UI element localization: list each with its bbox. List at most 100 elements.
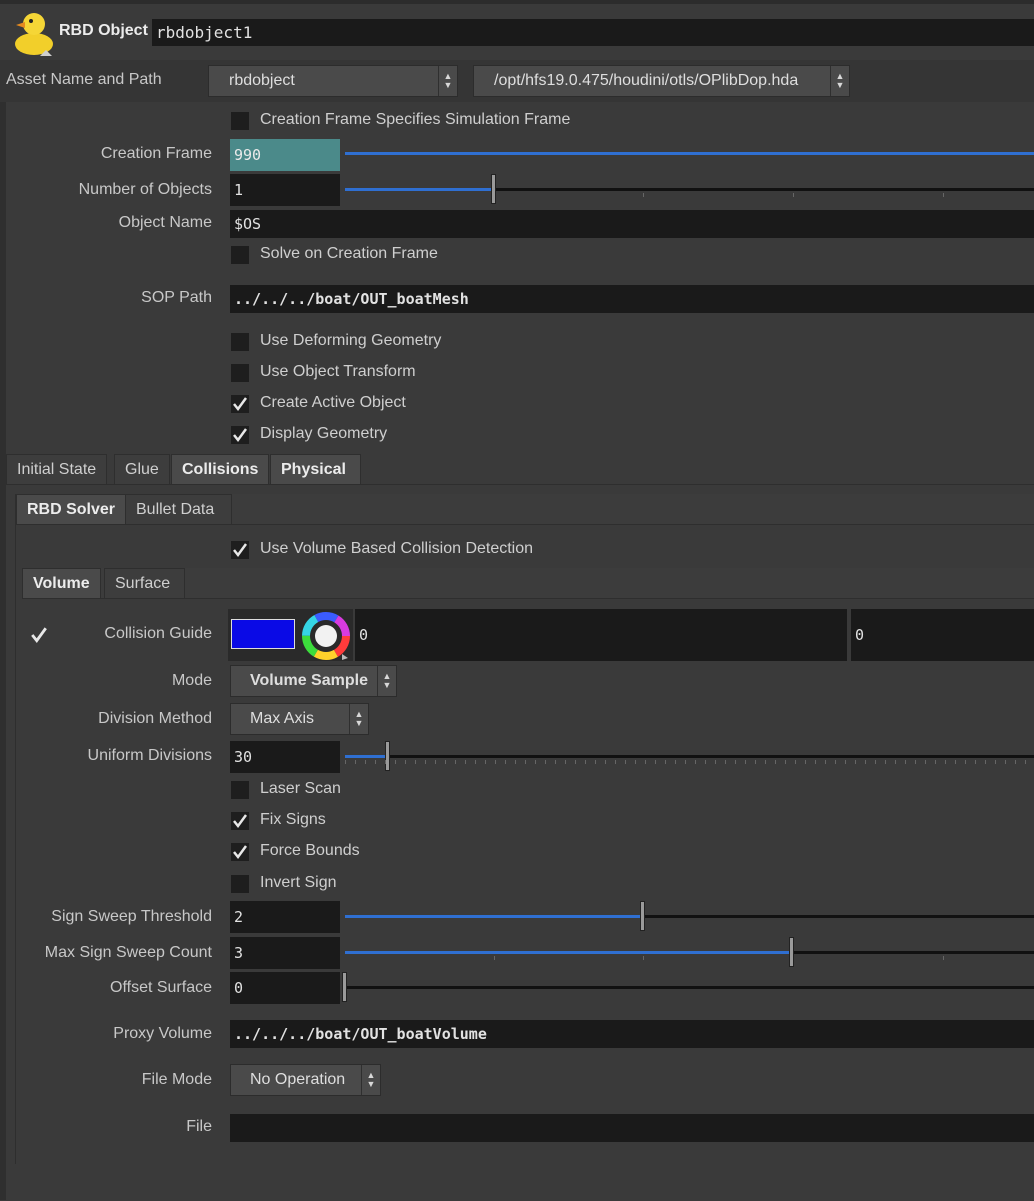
offset-surface-slider-handle[interactable]: [342, 972, 347, 1002]
number-of-objects-slider-handle[interactable]: [491, 174, 496, 204]
node-name-field[interactable]: rbdobject1: [152, 19, 1034, 46]
collision-guide-label: Collision Guide: [104, 625, 212, 642]
use-deforming-checkbox[interactable]: [231, 333, 249, 351]
menu-arrows-icon: ▲ ▼: [438, 66, 457, 96]
max-sign-sweep-count-slider-handle[interactable]: [789, 937, 794, 967]
number-of-objects-label: Number of Objects: [78, 181, 212, 198]
offset-surface-field[interactable]: 0: [230, 972, 340, 1004]
create-active-label: Create Active Object: [260, 394, 406, 411]
creation-frame-specifies-checkbox[interactable]: [231, 112, 249, 130]
mode-value: Volume Sample: [250, 672, 368, 689]
offset-surface-slider[interactable]: [345, 986, 1034, 989]
slider-tick: [494, 956, 495, 960]
volume-based-checkbox[interactable]: [231, 541, 249, 559]
tab-initial-state[interactable]: Initial State: [6, 454, 108, 484]
menu-arrows-icon: ▲ ▼: [349, 704, 368, 734]
number-of-objects-slider-fill: [345, 188, 493, 191]
fix-signs-checkbox[interactable]: [231, 812, 249, 830]
file-label: File: [186, 1118, 212, 1135]
uniform-divisions-slider-handle[interactable]: [385, 741, 390, 771]
sign-sweep-threshold-slider-fill: [345, 915, 642, 918]
uniform-divisions-slider[interactable]: [345, 755, 1034, 758]
color-wheel-icon[interactable]: [302, 612, 350, 660]
checkmark-icon: [233, 543, 248, 558]
tab-rbd-solver[interactable]: RBD Solver: [16, 494, 127, 524]
tab-collisions[interactable]: Collisions: [171, 454, 270, 484]
uniform-divisions-slider-fill: [345, 755, 387, 758]
slider-tick: [943, 956, 944, 960]
object-name-field[interactable]: $OS: [230, 210, 1034, 238]
use-deforming-label: Use Deforming Geometry: [260, 332, 442, 349]
max-sign-sweep-count-label: Max Sign Sweep Count: [44, 944, 212, 961]
checkmark-icon: [233, 814, 248, 829]
creation-frame-slider-fill: [345, 152, 1034, 155]
creation-frame-field[interactable]: 990: [230, 139, 340, 171]
collision-guide-value-1[interactable]: 0: [355, 609, 847, 661]
tab-surface[interactable]: Surface: [104, 568, 185, 598]
laser-scan-label: Laser Scan: [260, 780, 341, 797]
creation-frame-specifies-label: Creation Frame Specifies Simulation Fram…: [260, 111, 571, 128]
division-method-menu[interactable]: Max Axis ▲ ▼: [230, 703, 369, 735]
tab-bullet-data[interactable]: Bullet Data: [125, 494, 232, 524]
proxy-volume-field[interactable]: ../../../boat/OUT_boatVolume: [230, 1020, 1034, 1048]
top-border: [0, 0, 1034, 4]
node-type-label: RBD Object: [59, 22, 148, 39]
solve-on-creation-label: Solve on Creation Frame: [260, 245, 438, 262]
collision-guide-checkbox[interactable]: [30, 626, 48, 644]
slider-tick: [793, 193, 794, 197]
file-mode-menu[interactable]: No Operation ▲ ▼: [230, 1064, 381, 1096]
asset-name-value: rbdobject: [229, 72, 295, 89]
asset-label: Asset Name and Path: [6, 71, 162, 88]
force-bounds-checkbox[interactable]: [231, 843, 249, 861]
tab-physical[interactable]: Physical: [270, 454, 361, 484]
invert-sign-checkbox[interactable]: [231, 875, 249, 893]
rubber-duck-icon[interactable]: [10, 8, 56, 58]
sign-sweep-threshold-label: Sign Sweep Threshold: [51, 908, 212, 925]
menu-arrows-icon: ▲ ▼: [377, 666, 396, 696]
uniform-divisions-field[interactable]: 30: [230, 741, 340, 773]
fix-signs-label: Fix Signs: [260, 811, 326, 828]
uniform-divisions-label: Uniform Divisions: [87, 747, 212, 764]
max-sign-sweep-count-slider-fill: [345, 951, 791, 954]
mode-menu[interactable]: Volume Sample ▲ ▼: [230, 665, 397, 697]
object-name-label: Object Name: [118, 214, 212, 231]
collision-guide-value-2[interactable]: 0: [851, 609, 1034, 661]
max-sign-sweep-count-field[interactable]: 3: [230, 937, 340, 969]
checkmark-icon: [233, 845, 248, 860]
sign-sweep-threshold-slider-handle[interactable]: [640, 901, 645, 931]
file-mode-label: File Mode: [141, 1071, 212, 1088]
offset-surface-label: Offset Surface: [110, 979, 212, 996]
invert-sign-label: Invert Sign: [260, 874, 337, 891]
tab-volume[interactable]: Volume: [22, 568, 101, 598]
create-active-checkbox[interactable]: [231, 395, 249, 413]
uniform-divisions-ticks: [345, 760, 1034, 764]
checkmark-icon: [233, 397, 248, 412]
use-object-transform-checkbox[interactable]: [231, 364, 249, 382]
sign-sweep-threshold-field[interactable]: 2: [230, 901, 340, 933]
asset-path-menu[interactable]: /opt/hfs19.0.475/houdini/otls/OPlibDop.h…: [473, 65, 850, 97]
force-bounds-label: Force Bounds: [260, 842, 360, 859]
file-mode-value: No Operation: [250, 1071, 346, 1088]
collision-guide-color-swatch[interactable]: [231, 619, 295, 649]
solve-on-creation-checkbox[interactable]: [231, 246, 249, 264]
menu-arrows-icon: ▲ ▼: [361, 1065, 380, 1095]
mode-label: Mode: [171, 672, 212, 689]
slider-tick: [643, 956, 644, 960]
tab-glue[interactable]: Glue: [114, 454, 170, 484]
sop-path-field[interactable]: ../../../boat/OUT_boatMesh: [230, 285, 1034, 313]
division-method-value: Max Axis: [250, 710, 315, 727]
checkmark-icon: [31, 627, 47, 643]
number-of-objects-field[interactable]: 1: [230, 174, 340, 206]
file-field[interactable]: [230, 1114, 1034, 1142]
use-object-transform-label: Use Object Transform: [260, 363, 416, 380]
proxy-volume-label: Proxy Volume: [113, 1025, 212, 1042]
volume-based-label: Use Volume Based Collision Detection: [260, 540, 534, 557]
display-geometry-checkbox[interactable]: [231, 426, 249, 444]
division-method-label: Division Method: [98, 710, 212, 727]
display-geometry-label: Display Geometry: [260, 425, 388, 442]
asset-name-menu[interactable]: rbdobject ▲ ▼: [208, 65, 458, 97]
laser-scan-checkbox[interactable]: [231, 781, 249, 799]
slider-tick: [643, 193, 644, 197]
menu-arrows-icon: ▲ ▼: [830, 66, 849, 96]
slider-tick: [943, 193, 944, 197]
